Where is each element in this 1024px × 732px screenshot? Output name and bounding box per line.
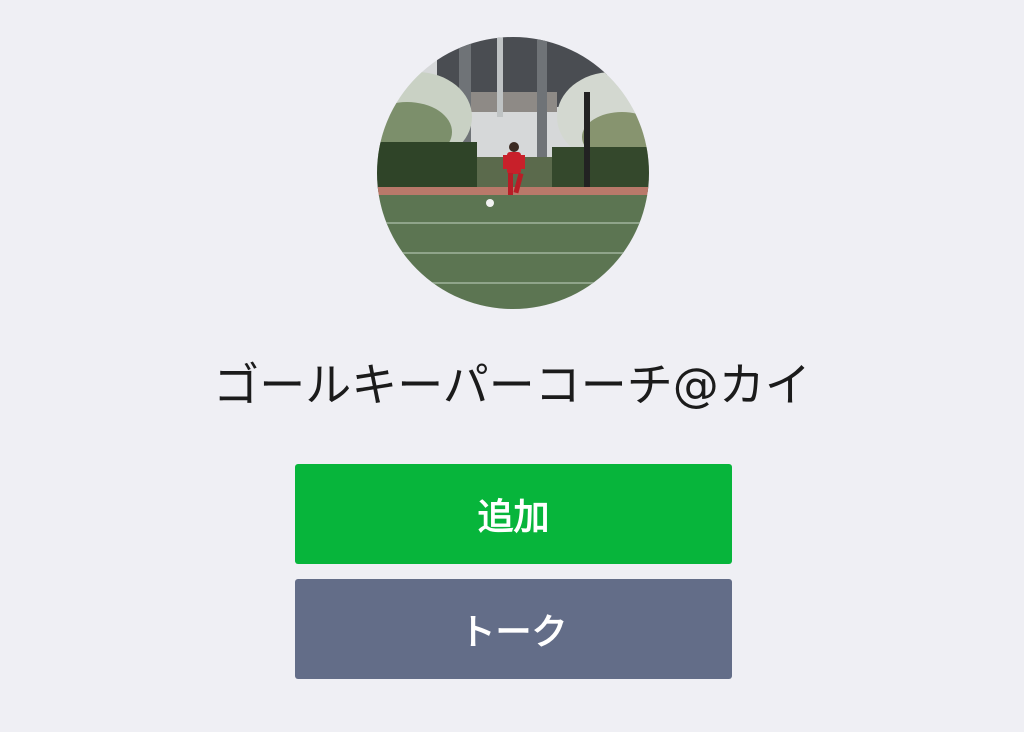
add-friend-button[interactable]: 追加 (295, 464, 732, 564)
profile-name: ゴールキーパーコーチ@カイ (213, 358, 811, 412)
avatar-photo (377, 37, 649, 309)
avatar[interactable] (377, 37, 649, 309)
add-friend-label: 追加 (477, 497, 550, 538)
profile-screen: ゴールキーパーコーチ@カイ 追加 トーク (0, 0, 1024, 732)
talk-label: トーク (459, 612, 568, 653)
talk-button[interactable]: トーク (295, 579, 732, 679)
